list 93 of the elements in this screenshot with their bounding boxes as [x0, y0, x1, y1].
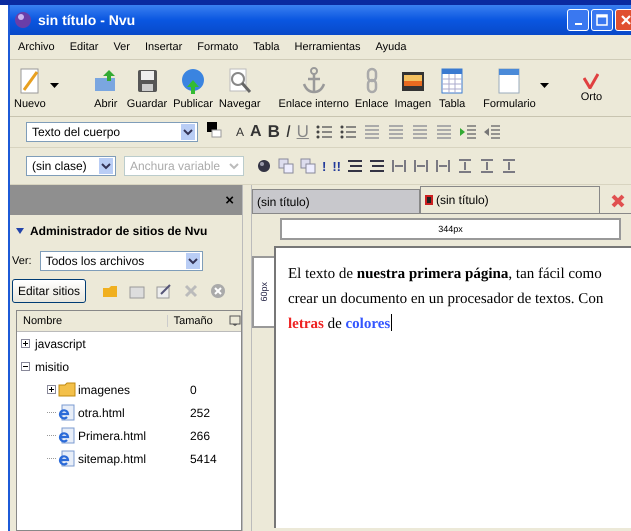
column-header[interactable]: Tamaño: [166, 315, 226, 327]
toolbar-button[interactable]: Abrir: [90, 66, 121, 110]
vertical-spacing-icon: [479, 158, 496, 174]
menu-item[interactable]: Herramientas: [294, 41, 361, 53]
app-logo-icon: [14, 11, 32, 29]
menu-item[interactable]: Insertar: [144, 41, 182, 53]
file-size: 252: [190, 406, 210, 420]
collapse-triangle-icon[interactable]: [16, 228, 24, 234]
link-icon: [300, 158, 316, 174]
toolbar-button[interactable]: !!: [330, 155, 344, 177]
align-center-icon: [386, 124, 405, 140]
tree-item[interactable]: sitemap.html: [78, 452, 184, 466]
toolbar-button[interactable]: Publicar: [173, 66, 213, 110]
toolbar-button[interactable]: Tabla: [437, 66, 468, 110]
tree-item[interactable]: Primera.html: [78, 428, 184, 442]
edit-icon[interactable]: [155, 282, 174, 300]
close-sidebar-button[interactable]: ×: [225, 192, 234, 208]
indent-icon: [458, 124, 477, 140]
horizontal-spacing-icon: [435, 158, 452, 174]
column-header[interactable]: Nombre: [17, 315, 167, 327]
file-size: 5414: [190, 452, 217, 466]
view-select[interactable]: Todos los archivos: [40, 251, 203, 271]
toolbar-button[interactable]: !: [320, 155, 328, 177]
minimize-icon: [574, 23, 582, 25]
outdent-icon: [482, 124, 501, 140]
paragraph-style-select[interactable]: Texto del cuerpo: [26, 122, 198, 142]
bold-button[interactable]: B: [266, 121, 282, 143]
font-larger-button[interactable]: A: [248, 121, 264, 143]
tree-item[interactable]: imagenes: [78, 382, 184, 396]
globe-icon: [256, 158, 272, 174]
toolbar-button[interactable]: Enlace interno: [278, 66, 349, 110]
bullet-list-icon: [338, 124, 357, 140]
document-tab[interactable]: (sin título): [252, 189, 420, 213]
align-left-icon: [362, 124, 381, 140]
italic-button[interactable]: I: [284, 121, 293, 143]
minimize-button[interactable]: [567, 9, 589, 31]
toolbar-button[interactable]: Nuevo: [14, 66, 46, 110]
tree-item[interactable]: otra.html: [78, 406, 184, 420]
maximize-icon: [596, 14, 608, 26]
numbered-list-icon: [314, 124, 333, 140]
chevron-down-icon: [181, 124, 195, 140]
tree-item[interactable]: misitio: [35, 360, 70, 374]
expander-icon[interactable]: [47, 385, 56, 394]
chevron-down-icon: [99, 158, 113, 174]
panel-title: Administrador de sitios de Nvu: [30, 224, 208, 238]
horizontal-spacing-icon: [391, 158, 408, 174]
window-title: sin título - Nvu: [38, 12, 136, 28]
edit-sites-button[interactable]: Editar sitios: [12, 279, 86, 303]
lines-icon: [369, 158, 386, 174]
toolbar-button[interactable]: Navegar: [218, 66, 260, 110]
font-smaller-button[interactable]: A: [234, 121, 246, 143]
web-page-icon: [58, 427, 76, 444]
paragraph: El texto de nuestra primera página, tan fácil como crear un documento en un procesador de textos. Con letras de colores: [288, 265, 604, 334]
file-size: 0: [190, 382, 197, 396]
toolbar-button[interactable]: Guardar: [126, 66, 168, 110]
toolbar-button[interactable]: Enlace: [354, 66, 388, 110]
web-page-icon: [58, 404, 76, 421]
toolbar-button[interactable]: Formulario: [483, 66, 536, 110]
close-tab-icon[interactable]: [610, 193, 626, 209]
vertical-spacing-icon: [457, 158, 474, 174]
dropdown-arrow-icon[interactable]: [50, 82, 59, 88]
horizontal-spacing-icon: [413, 158, 430, 174]
spellcheck-icon: [583, 73, 600, 89]
align-justify-icon: [434, 124, 453, 140]
menu-item[interactable]: Ayuda: [376, 41, 407, 53]
expander-icon[interactable]: [21, 339, 30, 348]
width-ruler: 344px: [280, 218, 621, 240]
chevron-down-icon: [186, 253, 200, 269]
close-icon: [620, 14, 631, 26]
menu-item[interactable]: Archivo: [18, 41, 55, 53]
height-ruler: 60px: [252, 256, 274, 328]
copy-icon: [278, 158, 294, 174]
file-size: 266: [190, 428, 210, 442]
web-page-icon: [58, 450, 76, 467]
menu-item[interactable]: Editar: [70, 41, 98, 53]
vertical-spacing-icon: [501, 158, 518, 174]
toolbar-button[interactable]: Imagen: [394, 66, 432, 110]
folder-icon: [58, 382, 76, 397]
expander-icon[interactable]: [21, 362, 30, 371]
document-tab[interactable]: (sin título): [420, 186, 600, 213]
column-picker-icon[interactable]: [229, 315, 241, 327]
close-button[interactable]: [615, 9, 631, 31]
align-right-icon: [410, 124, 429, 140]
class-select[interactable]: (sin clase): [26, 156, 116, 176]
toolbar-button[interactable]: Orto: [580, 73, 602, 103]
menu-item[interactable]: Formato: [197, 41, 238, 53]
menu-item[interactable]: Tabla: [253, 41, 280, 53]
menu-item[interactable]: Ver: [113, 41, 130, 53]
view-label: Ver:: [12, 255, 32, 267]
maximize-button[interactable]: [591, 9, 613, 31]
lines-icon: [347, 158, 364, 174]
tree-item[interactable]: javascript: [35, 336, 86, 350]
dropdown-arrow-icon[interactable]: [540, 82, 549, 88]
